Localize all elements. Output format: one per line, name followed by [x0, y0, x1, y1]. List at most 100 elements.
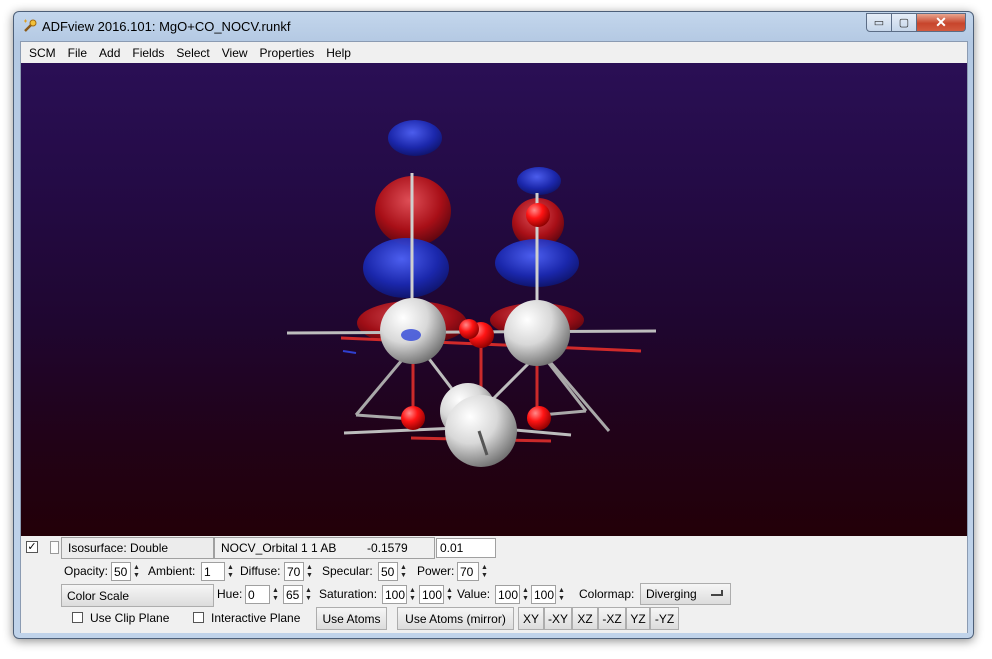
- app-window: ADFview 2016.101: MgO+CO_NOCV.runkf ▭ ▢ …: [13, 11, 974, 639]
- view-neg-yz-button[interactable]: -YZ: [650, 607, 679, 630]
- diffuse-label: Diffuse:: [240, 564, 281, 578]
- check-mark-icon: ✓: [27, 540, 37, 553]
- interactive-plane-checkbox[interactable]: [193, 612, 204, 623]
- use-atoms-mirror-label: Use Atoms (mirror): [405, 611, 506, 626]
- value-label: Value:: [457, 587, 491, 601]
- isosurface-type-label: Isosurface: Double: [68, 541, 169, 555]
- magnesium-atom-front: [445, 395, 517, 467]
- specular-value: 50: [378, 562, 398, 581]
- maximize-button[interactable]: ▢: [892, 13, 917, 32]
- lobe-blue-inner: [401, 329, 421, 341]
- opacity-value: 50: [111, 562, 131, 581]
- saturation-label: Saturation:: [319, 587, 378, 601]
- specular-label: Specular:: [322, 564, 373, 578]
- field-selector[interactable]: NOCV_Orbital 1 1 AB -0.1579: [214, 537, 435, 559]
- colormap-value: Diverging: [646, 587, 697, 601]
- saturation-spinbox-2[interactable]: 100 ▲ ▼: [419, 585, 455, 604]
- diffuse-spinbox[interactable]: 70 ▲ ▼: [284, 562, 315, 581]
- hue-value-1: 0: [245, 585, 270, 604]
- field-value-label: -0.1579: [367, 541, 408, 555]
- bond-right-leg: [549, 362, 611, 432]
- ambient-spinbox[interactable]: 1 ▲ ▼: [201, 562, 236, 581]
- value-value-2: 100: [531, 585, 556, 604]
- molecule-scene: [286, 120, 657, 467]
- close-button[interactable]: ✕: [917, 13, 966, 32]
- adfview-app-icon: [24, 19, 37, 32]
- spin-arrows-icon[interactable]: ▲ ▼: [407, 585, 418, 604]
- colormap-dropdown[interactable]: Diverging: [640, 583, 731, 605]
- menu-select[interactable]: Select: [170, 44, 215, 62]
- magnesium-atom-right: [504, 300, 570, 366]
- opacity-spinbox[interactable]: 50 ▲ ▼: [111, 562, 142, 581]
- spin-arrows-icon[interactable]: ▲ ▼: [303, 585, 314, 604]
- power-value: 70: [457, 562, 479, 581]
- menu-view[interactable]: View: [216, 44, 254, 62]
- lobe-blue-top-right: [517, 167, 561, 195]
- use-atoms-button[interactable]: Use Atoms: [316, 607, 387, 630]
- view-yz-button[interactable]: YZ: [626, 607, 650, 630]
- menu-file[interactable]: File: [62, 44, 93, 62]
- iso-value-input[interactable]: 0.01: [436, 538, 496, 558]
- ambient-value: 1: [201, 562, 225, 581]
- minimize-button[interactable]: ▭: [866, 13, 892, 32]
- lobe-blue-top-left: [388, 120, 442, 156]
- visibility-checkbox[interactable]: ✓: [26, 541, 38, 553]
- menu-fields[interactable]: Fields: [126, 44, 170, 62]
- view-xz-button[interactable]: XZ: [572, 607, 598, 630]
- view-xy-button[interactable]: XY: [518, 607, 544, 630]
- close-icon: ✕: [935, 14, 947, 30]
- client-area: SCM File Add Fields Select View Properti…: [20, 41, 968, 633]
- value-spinbox-1[interactable]: 100 ▲ ▼: [495, 585, 531, 604]
- menu-properties[interactable]: Properties: [254, 44, 321, 62]
- spin-arrows-icon[interactable]: ▲ ▼: [225, 562, 236, 581]
- view-neg-xz-button[interactable]: -XZ: [598, 607, 626, 630]
- spin-arrows-icon[interactable]: ▲ ▼: [270, 585, 281, 604]
- secondary-checkbox[interactable]: [50, 541, 59, 554]
- menu-help[interactable]: Help: [320, 44, 357, 62]
- spin-arrows-icon[interactable]: ▲ ▼: [304, 562, 315, 581]
- power-spinbox[interactable]: 70 ▲ ▼: [457, 562, 490, 581]
- view-neg-xy-label: -XY: [547, 611, 568, 626]
- specular-spinbox[interactable]: 50 ▲ ▼: [378, 562, 409, 581]
- hue-spinbox-1[interactable]: 0 ▲ ▼: [245, 585, 281, 604]
- menu-bar: SCM File Add Fields Select View Properti…: [21, 42, 967, 63]
- isosurface-type-button[interactable]: Isosurface: Double: [61, 537, 214, 559]
- color-scale-button[interactable]: Color Scale: [61, 584, 214, 607]
- maximize-icon: ▢: [898, 17, 910, 29]
- view-xy-label: XY: [522, 611, 539, 626]
- menu-scm[interactable]: SCM: [23, 44, 62, 62]
- iso-value-text: 0.01: [440, 541, 464, 555]
- view-neg-xy-button[interactable]: -XY: [544, 607, 572, 630]
- spin-arrows-icon[interactable]: ▲ ▼: [520, 585, 531, 604]
- use-atoms-mirror-button[interactable]: Use Atoms (mirror): [397, 607, 514, 630]
- hue-label: Hue:: [217, 587, 243, 601]
- saturation-spinbox-1[interactable]: 100 ▲ ▼: [382, 585, 418, 604]
- value-value-1: 100: [495, 585, 520, 604]
- window-title: ADFview 2016.101: MgO+CO_NOCV.runkf: [42, 19, 291, 34]
- title-bar[interactable]: ADFview 2016.101: MgO+CO_NOCV.runkf ▭ ▢ …: [14, 12, 973, 42]
- spin-arrows-icon[interactable]: ▲ ▼: [131, 562, 142, 581]
- value-spinbox-2[interactable]: 100 ▲ ▼: [531, 585, 567, 604]
- view-neg-yz-label: -YZ: [654, 611, 675, 626]
- view-yz-label: YZ: [630, 611, 646, 626]
- spin-arrows-icon[interactable]: ▲ ▼: [398, 562, 409, 581]
- spin-arrows-icon[interactable]: ▲ ▼: [556, 585, 567, 604]
- menu-add[interactable]: Add: [93, 44, 126, 62]
- hue-spinbox-2[interactable]: 65 ▲ ▼: [283, 585, 314, 604]
- color-scale-label: Color Scale: [67, 588, 130, 603]
- use-clip-plane-label: Use Clip Plane: [90, 611, 170, 625]
- spin-arrows-icon[interactable]: ▲ ▼: [479, 562, 490, 581]
- use-atoms-label: Use Atoms: [322, 611, 381, 626]
- use-clip-plane-checkbox[interactable]: [72, 612, 83, 623]
- oxygen-atom-right: [527, 406, 551, 430]
- hue-value-2: 65: [283, 585, 303, 604]
- diffuse-value: 70: [284, 562, 304, 581]
- ambient-label: Ambient:: [148, 564, 196, 578]
- isosurface-panel: ✓ Isosurface: Double NOCV_Orbital 1 1 AB…: [21, 536, 967, 633]
- spin-arrows-icon[interactable]: ▲ ▼: [444, 585, 455, 604]
- saturation-value-2: 100: [419, 585, 444, 604]
- lobe-blue-fleck: [342, 350, 357, 354]
- colormap-label: Colormap:: [579, 587, 635, 601]
- field-name-label: NOCV_Orbital 1 1 AB: [221, 541, 337, 555]
- 3d-molecule-viewport[interactable]: [21, 63, 967, 536]
